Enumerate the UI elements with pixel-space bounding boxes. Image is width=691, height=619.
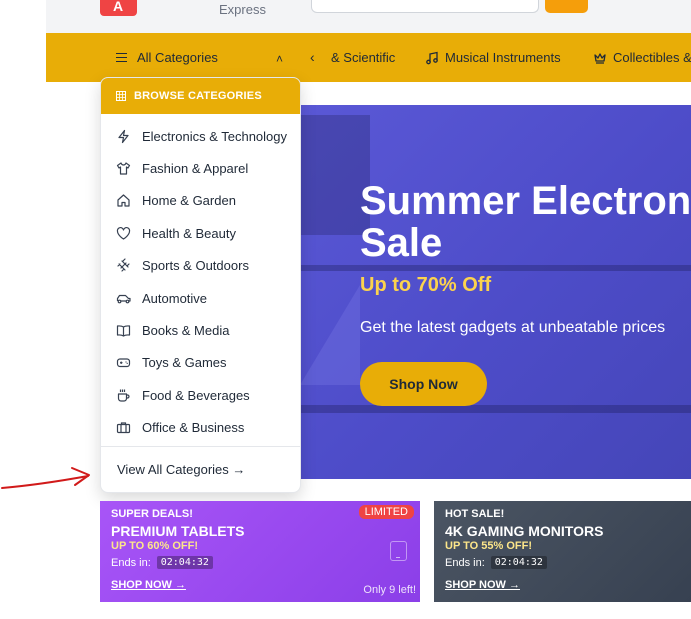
- tablet-icon: [390, 541, 407, 561]
- hero-description: Get the latest gadgets at unbeatable pri…: [360, 319, 666, 336]
- grid-icon: [116, 91, 126, 101]
- dropdown-divider: [101, 446, 300, 447]
- category-item-electronics[interactable]: Electronics & Technology: [101, 120, 300, 152]
- category-label: Books & Media: [142, 323, 230, 339]
- countdown-label: Ends in:: [111, 556, 151, 569]
- category-label: Home & Garden: [142, 193, 236, 209]
- category-nav-bar: All Categories ˄ ‹ & Scientific Musical …: [46, 33, 691, 82]
- promo-card-tablets[interactable]: SUPER DEALS! PREMIUM TABLETS UP TO 60% O…: [100, 501, 420, 602]
- promo-countdown: Ends in: 02:04:32: [111, 556, 213, 569]
- gamepad-icon: [116, 358, 131, 368]
- category-item-home-garden[interactable]: Home & Garden: [101, 185, 300, 217]
- category-item-food-beverages[interactable]: Food & Beverages: [101, 379, 300, 411]
- chevron-up-icon[interactable]: ˄: [276, 52, 283, 66]
- heart-icon: [116, 226, 131, 240]
- chevron-left-icon[interactable]: ‹: [310, 49, 315, 65]
- nav-item-collectibles[interactable]: Collectibles &: [593, 50, 691, 65]
- music-icon: [426, 51, 438, 64]
- hero-title-line: Summer Electronics: [360, 179, 691, 223]
- hero-background-shelf: [300, 405, 691, 413]
- nav-item-label: Collectibles &: [613, 50, 691, 65]
- promo-shop-now-link[interactable]: SHOP NOW →: [111, 579, 186, 591]
- category-item-sports-outdoors[interactable]: Sports & Outdoors: [101, 250, 300, 282]
- category-item-office-business[interactable]: Office & Business: [101, 412, 300, 444]
- promo-discount: UP TO 55% OFF!: [445, 540, 533, 552]
- view-all-categories-link[interactable]: View All Categories →: [117, 462, 245, 477]
- category-item-health-beauty[interactable]: Health & Beauty: [101, 217, 300, 249]
- promo-card-monitors[interactable]: HOT SALE! 4K GAMING MONITORS UP TO 55% O…: [434, 501, 691, 602]
- promo-shop-now-link[interactable]: SHOP NOW →: [445, 579, 520, 591]
- nav-item-scientific[interactable]: & Scientific: [331, 50, 395, 65]
- logo-letter: A: [113, 0, 124, 14]
- categories-dropdown: BROWSE CATEGORIES Electronics & Technolo…: [100, 77, 301, 493]
- shop-now-button[interactable]: Shop Now: [360, 362, 487, 406]
- category-item-fashion[interactable]: Fashion & Apparel: [101, 152, 300, 184]
- category-item-toys-games[interactable]: Toys & Games: [101, 347, 300, 379]
- dropdown-header-label: BROWSE CATEGORIES: [134, 90, 262, 102]
- category-label: Fashion & Apparel: [142, 161, 249, 177]
- promo-title: 4K GAMING MONITORS: [445, 523, 604, 539]
- stock-remaining: Only 9 left!: [363, 584, 416, 596]
- hero-subtitle: Up to 70% Off: [360, 274, 492, 296]
- hero-background-shelf: [300, 265, 691, 271]
- countdown-timer: 02:04:32: [156, 556, 213, 569]
- nav-item-label: & Scientific: [331, 50, 396, 65]
- category-label: Toys & Games: [142, 355, 227, 371]
- car-icon: [116, 294, 131, 304]
- promo-kicker: SUPER DEALS!: [111, 508, 193, 520]
- promo-kicker: HOT SALE!: [445, 508, 505, 520]
- dropdown-header: BROWSE CATEGORIES: [101, 78, 300, 114]
- category-label: Sports & Outdoors: [142, 258, 249, 274]
- category-label: Automotive: [142, 290, 208, 306]
- briefcase-icon: [116, 422, 131, 434]
- lightning-icon: [118, 129, 129, 143]
- all-categories-button[interactable]: All Categories: [116, 50, 218, 65]
- annotation-arrow-icon: [1, 467, 90, 489]
- category-label: Food & Beverages: [142, 387, 250, 403]
- promo-countdown: Ends in: 02:04:32: [445, 556, 547, 569]
- hero-title-line: Sale: [360, 221, 443, 265]
- crown-icon: [594, 52, 606, 64]
- promo-discount: UP TO 60% OFF!: [111, 540, 199, 552]
- category-label: Electronics & Technology: [142, 128, 288, 144]
- category-label: Health & Beauty: [142, 225, 236, 241]
- search-button[interactable]: [545, 0, 588, 13]
- hero-background-shape: [300, 285, 360, 385]
- dumbbell-icon: [117, 258, 130, 272]
- brand-subtitle: Express: [219, 2, 266, 17]
- menu-icon: [116, 53, 127, 62]
- nav-item-musical-instruments[interactable]: Musical Instruments: [425, 50, 561, 65]
- category-label: Office & Business: [142, 420, 245, 436]
- cup-icon: [117, 389, 130, 402]
- site-logo[interactable]: A: [100, 0, 137, 16]
- promo-title: PREMIUM TABLETS: [111, 523, 245, 539]
- limited-badge: LIMITED: [358, 505, 414, 519]
- hero-title: Summer Electronics Sale: [360, 180, 691, 264]
- book-icon: [116, 325, 131, 337]
- hero-banner[interactable]: Summer Electronics Sale Up to 70% Off Ge…: [300, 105, 691, 479]
- countdown-timer: 02:04:32: [490, 556, 547, 569]
- category-item-automotive[interactable]: Automotive: [101, 282, 300, 314]
- category-item-books-media[interactable]: Books & Media: [101, 314, 300, 346]
- countdown-label: Ends in:: [445, 556, 485, 569]
- nav-item-label: Musical Instruments: [445, 50, 561, 65]
- home-icon: [117, 194, 130, 208]
- shirt-icon: [116, 162, 131, 175]
- all-categories-label: All Categories: [137, 50, 218, 65]
- search-input[interactable]: [311, 0, 539, 13]
- category-list: Electronics & Technology Fashion & Appar…: [101, 114, 300, 444]
